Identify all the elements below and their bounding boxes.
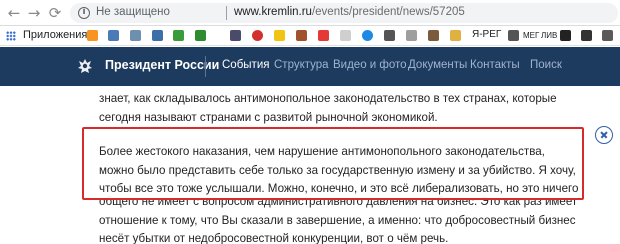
nav-item-contacts[interactable]: Контакты [470,59,520,71]
apps-grid-icon[interactable] [6,31,16,41]
image-icon[interactable] [406,30,417,41]
paragraph: знает, как складывалось антимонопольное … [99,90,599,127]
nav-item-search[interactable]: Поиск [530,59,562,71]
yandex-icon[interactable] [318,30,329,41]
back-arrow-icon[interactable]: ← [4,3,24,23]
opera-icon[interactable] [252,30,263,41]
image-icon[interactable] [428,30,439,41]
text-line: сегодня называют странами с развитой рын… [99,110,438,124]
text-line: знает, как складывалось антимонопольное … [99,92,557,105]
security-label[interactable]: Не защищено [96,6,170,18]
article-body: знает, как складывалось антимонопольное … [0,86,620,244]
leaf-icon[interactable] [195,30,206,41]
grid-icon[interactable] [602,30,613,41]
image-icon[interactable] [296,30,307,41]
address-divider [226,6,227,20]
coat-of-arms-icon[interactable] [74,55,96,77]
url-text[interactable]: www.kremlin.ru/events/president/news/572… [234,6,465,18]
image-icon[interactable] [152,30,163,41]
image-icon[interactable] [230,30,241,41]
text-line: отношение к тому, что Вы сказали в завер… [99,213,576,227]
image-icon[interactable] [340,30,351,41]
highlighted-paragraph: Более жестокого наказания, чем нарушение… [99,143,599,199]
image-icon[interactable] [274,30,285,41]
paragraph: общего не имеет с вопросом административ… [99,193,599,244]
nav-divider [205,56,206,77]
bookmark-meg[interactable]: МЕГ [523,31,539,40]
nav-item-video-photo[interactable]: Видео и фото [333,59,407,71]
ok-icon[interactable] [87,30,98,41]
bookmark-apps[interactable]: Приложения [23,29,87,41]
text-line: несёт убытки от недобросовестной конкуре… [99,232,449,244]
browser-toolbar: ← → ⟳ Не защищено www.kremlin.ru/events/… [0,0,620,26]
site-navigation: Президент России События Структура Видео… [0,47,620,86]
text-line: Более жестокого наказания, чем нарушение… [99,145,545,158]
url-path: /events/president/news/57205 [311,6,465,18]
info-icon[interactable] [78,7,90,19]
image-icon[interactable] [130,30,141,41]
nav-item-structure[interactable]: Структура [274,59,329,71]
leaf-icon[interactable] [173,30,184,41]
address-bar[interactable]: Не защищено www.kremlin.ru/events/presid… [70,3,618,23]
bookmark-yareg[interactable]: Я-РЕГ [472,29,501,40]
forward-arrow-icon[interactable]: → [24,3,44,23]
image-icon[interactable] [108,30,119,41]
site-brand[interactable]: Президент России [105,58,219,72]
image-icon[interactable] [362,30,373,41]
close-icon[interactable] [595,126,613,144]
reload-icon[interactable]: ⟳ [45,3,65,23]
nav-item-events[interactable]: События [222,59,269,71]
bookmarks-bar: Приложения Я-РЕГ МЕГ ЛИВ [0,26,620,46]
dark-site-icon[interactable] [560,30,571,41]
image-icon[interactable] [450,30,461,41]
text-line: чтобы все это тоже услышали. Можно, коне… [99,182,579,195]
text-line: можно было представить себе только за го… [99,163,576,177]
nav-item-documents[interactable]: Документы [408,59,467,71]
image-icon[interactable] [384,30,395,41]
bookmark-liv[interactable]: ЛИВ [541,31,557,40]
url-host: www.kremlin.ru [234,6,312,18]
image-icon[interactable] [508,30,519,41]
s-letter-icon[interactable] [581,30,592,41]
